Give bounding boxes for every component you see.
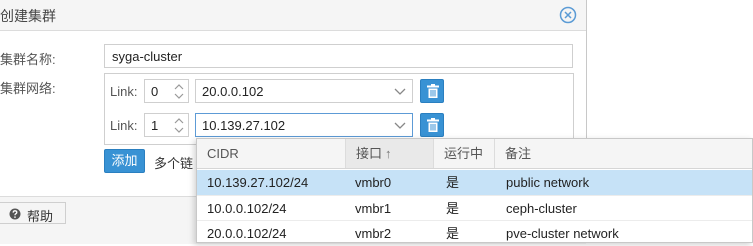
chevron-down-icon[interactable] [394,122,406,130]
add-link-hint: 多个链 [154,156,194,171]
column-header-cidr[interactable]: CIDR [197,139,346,168]
trash-icon [427,84,439,98]
table-row[interactable]: 10.139.27.102/24 vmbr0 是 public network [197,170,752,195]
column-header-interface[interactable]: 接口 ↑ [346,139,434,168]
stepper-arrows-icon[interactable] [173,117,185,134]
cidr-cell: 10.0.0.102/24 [207,201,287,216]
help-icon [9,208,21,220]
chevron-down-icon[interactable] [394,88,406,96]
link-0-delete-button[interactable] [420,79,444,103]
cluster-name-label: 集群名称: [0,52,56,67]
interface-picker-dropdown: CIDR 接口 ↑ 运行中 备注 10.139.27.102/24 vmbr0 是… [196,138,753,243]
link-0-address-combo[interactable]: 20.0.0.102 [195,79,413,103]
interface-cell: vmbr1 [355,201,392,216]
comment-cell: pve-cluster network [506,226,619,241]
active-cell: 是 [446,226,460,241]
sort-ascending-icon: ↑ [385,146,392,161]
comment-cell: public network [506,175,590,190]
link-1-number-stepper[interactable]: 1 [144,113,189,137]
trash-icon [427,118,439,132]
column-header-comment[interactable]: 备注 [495,139,753,168]
active-cell: 是 [446,175,460,190]
link-1-label: Link: [110,118,138,133]
table-row[interactable]: 20.0.0.102/24 vmbr2 是 pve-cluster networ… [197,220,752,246]
dialog-header: 创建集群 [0,0,586,31]
close-button[interactable] [559,6,577,24]
cluster-network-label: 集群网络: [0,81,56,96]
dialog-title: 创建集群 [0,8,56,24]
table-row[interactable]: 10.0.0.102/24 vmbr1 是 ceph-cluster [197,195,752,221]
help-button[interactable]: 帮助 [0,202,66,224]
link-1-address-combo[interactable]: 10.139.27.102 [195,113,413,137]
cluster-name-input[interactable] [104,44,573,68]
link-0-label: Link: [110,84,138,99]
stepper-arrows-icon[interactable] [173,83,185,100]
cidr-cell: 10.139.27.102/24 [207,175,309,190]
active-cell: 是 [446,201,460,216]
add-link-button[interactable]: 添加 [104,149,145,173]
close-icon [559,6,577,24]
link-0-number-stepper[interactable]: 0 [144,79,189,103]
cidr-cell: 20.0.0.102/24 [207,226,287,241]
link-1-delete-button[interactable] [420,113,444,137]
column-header-active[interactable]: 运行中 [434,139,495,168]
comment-cell: ceph-cluster [506,201,577,216]
help-label: 帮助 [27,209,54,224]
interface-cell: vmbr0 [355,175,392,190]
grid-header: CIDR 接口 ↑ 运行中 备注 [197,139,752,169]
interface-cell: vmbr2 [355,226,392,241]
